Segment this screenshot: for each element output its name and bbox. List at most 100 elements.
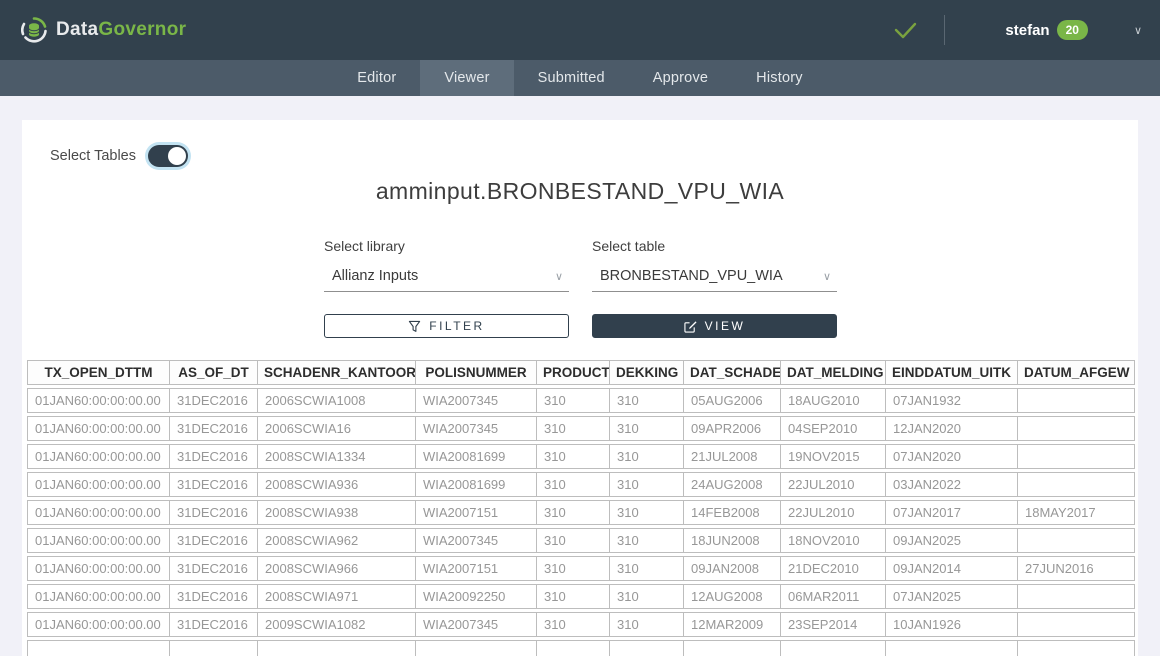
table-cell: 310 (537, 556, 610, 581)
table-cell: 01JAN60:00:00:00.00 (27, 472, 170, 497)
table-cell (886, 640, 1018, 656)
table-cell: 310 (610, 416, 684, 441)
table-row: 01JAN60:00:00:00.0031DEC20162006SCWIA16W… (27, 416, 1135, 441)
table-cell: 31DEC2016 (170, 500, 258, 525)
table-cell: 21JUL2008 (684, 444, 781, 469)
table-cell: 18NOV2010 (781, 528, 886, 553)
table-cell: 310 (537, 528, 610, 553)
table-cell: 09JAN2025 (886, 528, 1018, 553)
table-cell: 31DEC2016 (170, 472, 258, 497)
library-select[interactable]: Allianz Inputs ∨ (324, 262, 569, 292)
tab-viewer[interactable]: Viewer (420, 60, 513, 96)
table-cell: WIA20081699 (416, 444, 537, 469)
select-tables-toggle[interactable] (148, 145, 188, 167)
table-cell (416, 640, 537, 656)
table-cell: 22JUL2010 (781, 500, 886, 525)
table-cell: 01JAN60:00:00:00.00 (27, 444, 170, 469)
table-cell: 310 (610, 528, 684, 553)
table-cell: 12AUG2008 (684, 584, 781, 609)
table-cell (1018, 444, 1135, 469)
table-cell: 12JAN2020 (886, 416, 1018, 441)
table-cell: 01JAN60:00:00:00.00 (27, 416, 170, 441)
table-cell: WIA2007345 (416, 416, 537, 441)
table-row: 01JAN60:00:00:00.0031DEC20162008SCWIA971… (27, 584, 1135, 609)
table-cell: 310 (610, 444, 684, 469)
tab-submitted[interactable]: Submitted (514, 60, 629, 96)
page-title: amminput.BRONBESTAND_VPU_WIA (22, 178, 1138, 205)
table-cell: 19NOV2015 (781, 444, 886, 469)
content-card: Select Tables amminput.BRONBESTAND_VPU_W… (22, 120, 1138, 656)
table-cell: 09JAN2014 (886, 556, 1018, 581)
chevron-down-icon: ∨ (823, 270, 831, 283)
table-cell (781, 640, 886, 656)
table-select-value: BRONBESTAND_VPU_WIA (600, 268, 783, 284)
table-cell: 18MAY2017 (1018, 500, 1135, 525)
table-cell (1018, 472, 1135, 497)
data-table-container: TX_OPEN_DTTM AS_OF_DT SCHADENR_KANTOOR P… (27, 357, 1135, 656)
tab-history[interactable]: History (732, 60, 827, 96)
table-cell: 03JAN2022 (886, 472, 1018, 497)
table-cell: 31DEC2016 (170, 528, 258, 553)
table-select-label: Select table (592, 238, 837, 254)
chevron-down-icon: ∨ (1134, 24, 1142, 37)
table-cell: WIA2007151 (416, 556, 537, 581)
table-cell: 18JUN2008 (684, 528, 781, 553)
table-row: 01JAN60:00:00:00.0031DEC20162008SCWIA938… (27, 500, 1135, 525)
table-cell: 24AUG2008 (684, 472, 781, 497)
table-cell: 01JAN60:00:00:00.00 (27, 556, 170, 581)
table-cell: 06MAR2011 (781, 584, 886, 609)
table-cell: WIA2007345 (416, 528, 537, 553)
table-cell: 27JUN2016 (1018, 556, 1135, 581)
user-name: stefan (1005, 22, 1049, 39)
filter-button[interactable]: FILTER (324, 314, 569, 338)
table-cell: 31DEC2016 (170, 612, 258, 637)
table-cell: 2006SCWIA16 (258, 416, 416, 441)
checkmark-icon[interactable] (888, 13, 922, 47)
table-cell: 31DEC2016 (170, 416, 258, 441)
view-button[interactable]: VIEW (592, 314, 837, 338)
table-cell: 310 (610, 500, 684, 525)
table-cell: 31DEC2016 (170, 388, 258, 413)
tab-editor[interactable]: Editor (333, 60, 420, 96)
table-cell (1018, 640, 1135, 656)
table-cell: 21DEC2010 (781, 556, 886, 581)
table-cell: 310 (610, 472, 684, 497)
table-cell: 09APR2006 (684, 416, 781, 441)
view-button-label: VIEW (705, 319, 746, 333)
user-menu[interactable]: stefan 20 ∨ (945, 0, 1160, 60)
table-cell: 07JAN2020 (886, 444, 1018, 469)
table-cell: 04SEP2010 (781, 416, 886, 441)
table-cell: 2008SCWIA936 (258, 472, 416, 497)
table-cell: 14FEB2008 (684, 500, 781, 525)
filter-funnel-icon (408, 320, 421, 333)
table-cell: 01JAN60:00:00:00.00 (27, 388, 170, 413)
table-cell: 18AUG2010 (781, 388, 886, 413)
column-header: DAT_SCHADE (684, 360, 781, 385)
table-cell: WIA2007151 (416, 500, 537, 525)
table-cell: 10JAN1926 (886, 612, 1018, 637)
table-cell (27, 640, 170, 656)
table-select[interactable]: BRONBESTAND_VPU_WIA ∨ (592, 262, 837, 292)
table-cell: 310 (537, 472, 610, 497)
column-header: DATUM_AFGEW (1018, 360, 1135, 385)
table-cell: 01JAN60:00:00:00.00 (27, 528, 170, 553)
table-cell: 310 (537, 584, 610, 609)
table-cell: WIA2007345 (416, 388, 537, 413)
app-header: DataGovernor stefan 20 ∨ (0, 0, 1160, 60)
tab-approve[interactable]: Approve (629, 60, 732, 96)
table-row: 01JAN60:00:00:00.0031DEC20162008SCWIA133… (27, 444, 1135, 469)
table-cell: 07JAN1932 (886, 388, 1018, 413)
table-cell (1018, 584, 1135, 609)
table-cell: 310 (610, 612, 684, 637)
chevron-down-icon: ∨ (555, 270, 563, 283)
table-cell: WIA20081699 (416, 472, 537, 497)
table-cell: 2008SCWIA938 (258, 500, 416, 525)
column-header: AS_OF_DT (170, 360, 258, 385)
table-body: 01JAN60:00:00:00.0031DEC20162006SCWIA100… (27, 388, 1135, 656)
user-badge: 20 (1057, 20, 1088, 40)
table-cell: WIA2007345 (416, 612, 537, 637)
table-cell (258, 640, 416, 656)
table-cell: 310 (610, 584, 684, 609)
table-cell (1018, 416, 1135, 441)
column-header: POLISNUMMER (416, 360, 537, 385)
